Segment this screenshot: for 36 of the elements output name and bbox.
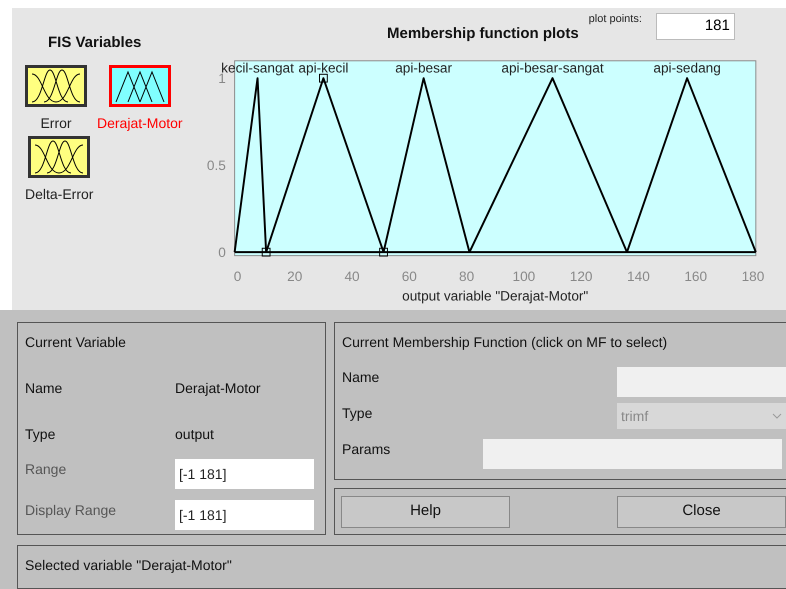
field-label: Name [342,368,380,387]
variable-label: Derajat-Motor [97,114,183,133]
field-label: Type [342,404,374,423]
panel-title: Current Membership Function (click on MF to select) [342,333,668,352]
status-text: Selected variable "Derajat-Motor" [25,557,232,573]
x-tick-label: 20 [287,268,302,284]
section-title: FIS Variables [48,33,142,53]
x-tick-label: 0 [234,268,242,284]
field-label: Range [25,460,68,479]
x-tick-label: 80 [459,268,474,284]
plot-title: Membership function plots [387,24,579,44]
field-label: Name [25,379,64,398]
curve-label: api-kecil [298,60,348,76]
curve-label: api-besar [395,60,452,76]
variable-label: Error [40,114,72,132]
curve-label: api-sedang [653,60,721,76]
x-tick-label: 100 [512,268,536,284]
field-label: Display Range [25,501,118,520]
x-tick-label: 140 [627,268,650,284]
x-tick-label: 60 [402,268,417,284]
plot-points-label: plot points: [588,12,642,27]
x-tick-label: 180 [742,268,764,284]
field-label: Type [25,425,56,444]
curve-label: kecil-sangat [221,60,294,76]
variable-name: Derajat-Motor [175,379,261,398]
field-label: Params [342,440,392,459]
y-tick-label: 0.5 [206,158,226,173]
variable-label: Delta-Error [25,184,94,204]
panel-title: Current Variable [25,333,127,352]
x-tick-label: 160 [684,268,708,284]
variable-type: output [175,425,214,444]
x-tick-label: 120 [570,268,592,284]
curve-label: api-besar-sangat [501,60,604,76]
x-axis-label: output variable "Derajat-Motor" [402,288,588,304]
y-tick-label: 0 [218,244,226,260]
x-tick-label: 40 [344,268,360,284]
